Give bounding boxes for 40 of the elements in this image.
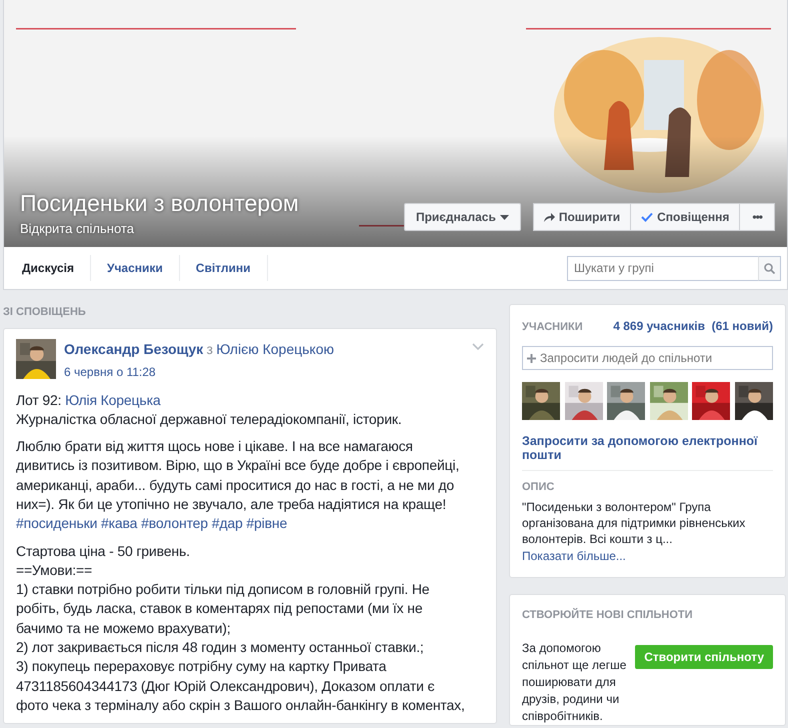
- post-link[interactable]: #посиденьки: [16, 515, 98, 532]
- plus-icon: [527, 354, 536, 362]
- search-button[interactable]: [758, 256, 781, 280]
- check-icon: [641, 212, 654, 222]
- notifications-button[interactable]: Сповіщення: [631, 203, 740, 231]
- create-group-text: За допомогою спільнот ще легше поширювати для друзів, родини чи співробітників.: [522, 640, 628, 724]
- tagged-link[interactable]: Юлією Корецькою: [216, 340, 334, 356]
- search-field[interactable]: Шукати у групі: [567, 256, 758, 280]
- post-link[interactable]: #дар: [212, 515, 243, 532]
- post-link[interactable]: #кава: [101, 515, 138, 532]
- group-tab[interactable]: Світлини: [180, 255, 268, 281]
- post-link[interactable]: Юлія Корецька: [65, 392, 160, 408]
- card-heading: СТВОРЮЙТЕ НОВІ СПІЛЬНОТИ: [522, 607, 694, 623]
- show-more-link[interactable]: Показати більше...: [522, 549, 626, 563]
- joined-button[interactable]: Приєдналась: [404, 203, 521, 231]
- description-text: "Посиденьки з волонтером" Група організована для підтримки рівненських волонтерів. Всі кошти з ц...: [522, 499, 746, 547]
- invite-field[interactable]: Запросити людей до спільноти: [522, 346, 773, 370]
- share-button[interactable]: Поширити: [532, 203, 632, 231]
- card-heading: УЧАСНИКИ: [522, 320, 583, 335]
- share-arrow-icon: [544, 212, 555, 222]
- group-title: Посиденьки з волонтером: [20, 189, 299, 218]
- caret-icon: [500, 214, 509, 220]
- group-tab[interactable]: Учасники: [91, 255, 180, 281]
- author-link[interactable]: Олександр Безощук: [64, 340, 204, 356]
- post-paragraph: Лот 92: Юлія Корецька Журналістка обласної державної телерадіокомпанії, історик.: [16, 390, 403, 429]
- post-link[interactable]: #волонтер: [141, 515, 208, 532]
- chevron-down-icon[interactable]: [472, 342, 484, 350]
- group-privacy: Відкрита спільнота: [20, 220, 134, 238]
- post-paragraph: Стартова ціна - 50 гривень. ==Умови:== 1) ставки потрібно робити тільки під дописом в головній групі. Не робіть, будь ласка, ставок в коментарях під репостами (ми їх не бачимо та не можемо врахувати); 2) лот закривається після 48 годин з моменту останньої ставки.; 3) покупець перераховує потрібну суму на картку Привата 4731185604344173 (Дюг Юрій Олександрович), Доказом оплати є фото чека з терміналу або скрін з Вашого онлайн-банкінгу в коментах,: [16, 542, 466, 715]
- group-tab[interactable]: Дискусія: [6, 255, 91, 281]
- post-paragraph: Люблю брати від життя щось нове і цікаве. І на все намагаюся дивитись із позитивом. Вірю, що в Україні все буде добре і європейці, американці, араби... будуть самі проситися до нас в гості, а не ми до них=). Як би це утопічно не звучало, але треба надіятися на краще! #посиденьки #кава #волонтер #дар #рівне: [16, 437, 460, 534]
- more-button[interactable]: •••: [740, 203, 775, 231]
- card-heading: ОПИС: [522, 480, 556, 494]
- email-invite-link[interactable]: Запросити за допомогою електронної пошти: [522, 434, 773, 462]
- with-text: з: [206, 340, 213, 356]
- section-heading: ЗІ СПОВІЩЕНЬ: [3, 305, 87, 320]
- post-time[interactable]: 6 червня о 11:28: [64, 362, 156, 380]
- post-link[interactable]: #рівне: [246, 515, 288, 532]
- members-count-link[interactable]: 4 869 учасників (61 новий): [613, 317, 773, 335]
- search-icon: [764, 262, 775, 274]
